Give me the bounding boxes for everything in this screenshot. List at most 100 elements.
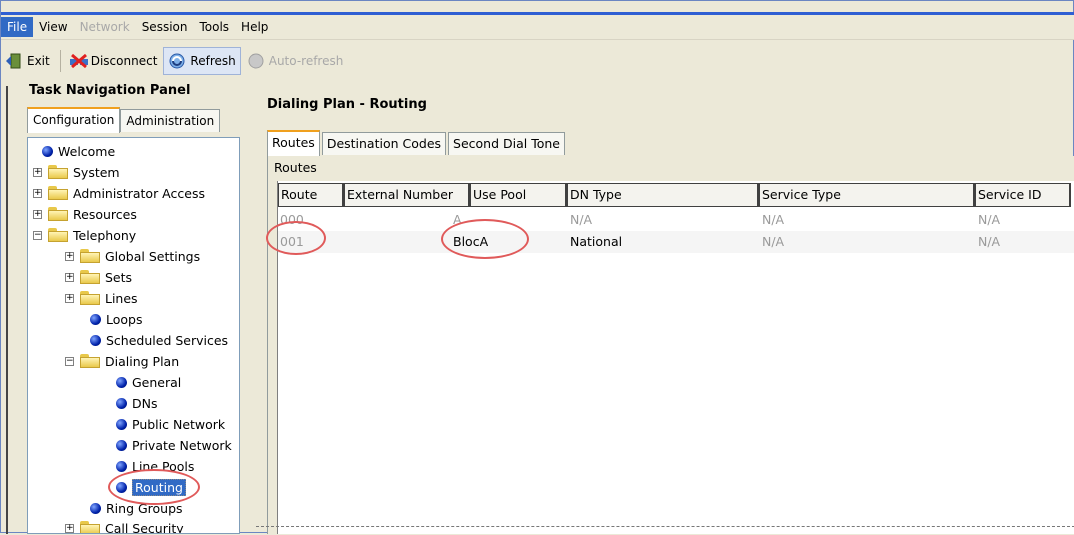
tree-item-label: Global Settings [105,248,201,264]
tree-item-telephony[interactable]: − Telephony [33,225,136,245]
exit-door-icon [5,52,23,70]
tree-item-label: Scheduled Services [106,332,229,348]
tree-item-resources[interactable]: + Resources [33,204,137,224]
tree-item-public-network[interactable]: Public Network [116,414,225,434]
table-row[interactable] [278,209,1074,231]
exit-label: Exit [27,54,50,68]
menu-view[interactable]: View [33,17,73,37]
routes-content: Routes Route External Number Use Pool DN… [266,156,1074,534]
exit-button[interactable]: Exit [1,48,54,74]
expand-icon[interactable]: + [33,188,42,198]
tab-administration[interactable]: Administration [120,109,221,132]
cell-service-type: N/A [762,234,785,249]
toolbar: Exit Disconnect Refresh Auto-refresh [1,46,1074,76]
application-window: File View Network Session Tools Help Exi… [0,0,1074,535]
routing-tabs: Routes Destination Codes Second Dial Ton… [267,130,567,156]
tab-second-dial-tone[interactable]: Second Dial Tone [448,132,565,155]
folder-icon [80,521,100,533]
tree-item-label: Call Security [105,520,184,534]
tree-item-loops[interactable]: Loops [90,309,143,329]
page-bullet-icon [90,502,101,514]
disconnect-icon [69,52,88,70]
page-bullet-icon [116,460,127,472]
auto-refresh-label: Auto-refresh [268,54,344,68]
tree-item-administrator-access[interactable]: + Administrator Access [33,183,205,203]
folder-icon [80,249,100,263]
navigation-tree: Welcome + System + Administrator Access … [27,137,240,534]
page-bullet-icon [42,145,53,157]
tree-item-system[interactable]: + System [33,162,120,182]
toolbar-separator [59,50,61,72]
cell-service-type: N/A [762,212,785,227]
menu-session[interactable]: Session [136,17,194,37]
collapse-icon[interactable]: − [65,356,74,366]
cell-dn-type: National [570,234,623,249]
status-divider [256,526,1074,535]
tab-routes[interactable]: Routes [267,130,320,156]
tree-item-dialing-plan[interactable]: − Dialing Plan [65,351,179,371]
column-header-route[interactable]: Route [278,183,344,207]
tree-item-label: Administrator Access [73,185,205,201]
open-folder-icon [48,228,68,242]
annotation-circle-pool [441,219,529,259]
tree-item-label: Dialing Plan [105,353,180,369]
disconnect-button[interactable]: Disconnect [65,48,162,74]
folder-icon [48,207,68,221]
page-title: Dialing Plan - Routing [267,97,427,112]
menu-file[interactable]: File [1,17,34,37]
column-header-external-number[interactable]: External Number [344,183,470,207]
auto-refresh-icon [247,52,265,70]
collapse-icon[interactable]: − [33,230,42,240]
tree-item-private-network[interactable]: Private Network [116,435,232,455]
column-header-service-id[interactable]: Service ID [975,183,1071,207]
page-bullet-icon [116,376,127,388]
tab-destination-codes[interactable]: Destination Codes [321,132,447,155]
cell-dn-type: N/A [570,212,593,227]
task-navigation-panel: Task Navigation Panel Configuration Admi… [23,81,244,534]
annotation-circle-routing [108,469,200,505]
tree-item-label: Telephony [73,227,137,243]
routing-panel: Dialing Plan - Routing Routes Destinatio… [255,81,1074,534]
menu-network[interactable]: Network [74,17,136,37]
tree-item-label: Loops [106,311,143,327]
tree-item-global-settings[interactable]: + Global Settings [65,246,200,266]
routes-section-label: Routes [274,160,317,175]
tree-item-general[interactable]: General [116,372,181,392]
expand-icon[interactable]: + [33,209,42,219]
tree-item-label: Public Network [132,416,226,432]
panel-splitter[interactable] [6,86,16,534]
expand-icon[interactable]: + [65,272,74,282]
table-row[interactable] [278,231,1074,253]
expand-icon[interactable]: + [65,251,74,261]
auto-refresh-button[interactable]: Auto-refresh [243,48,348,74]
folder-icon [80,270,100,284]
page-bullet-icon [90,313,101,325]
column-header-dn-type[interactable]: DN Type [567,183,759,207]
tree-item-call-security[interactable]: + Call Security [65,518,184,534]
menu-help[interactable]: Help [235,17,274,37]
tree-item-lines[interactable]: + Lines [65,288,138,308]
cell-service-id: N/A [978,234,1001,249]
expand-icon[interactable]: + [65,293,74,303]
refresh-label: Refresh [190,54,236,68]
cell-service-id: N/A [978,212,1001,227]
expand-icon[interactable]: + [33,167,42,177]
menu-bar: File View Network Session Tools Help [1,12,1074,40]
tree-item-label: Lines [105,290,138,306]
expand-icon[interactable]: + [65,523,74,533]
nav-tabs: Configuration Administration [27,107,221,133]
menu-tools[interactable]: Tools [193,17,235,37]
folder-icon [48,186,68,200]
column-header-service-type[interactable]: Service Type [759,183,975,207]
column-header-use-pool[interactable]: Use Pool [470,183,567,207]
panel-title: Task Navigation Panel [29,83,191,98]
refresh-button[interactable]: Refresh [163,47,241,75]
tree-item-scheduled-services[interactable]: Scheduled Services [90,330,228,350]
tree-item-dns[interactable]: DNs [116,393,158,413]
tree-item-welcome[interactable]: Welcome [42,141,115,161]
refresh-icon [168,52,186,70]
page-bullet-icon [90,334,101,346]
tab-configuration[interactable]: Configuration [27,107,121,133]
tree-item-sets[interactable]: + Sets [65,267,132,287]
page-bullet-icon [116,418,127,430]
